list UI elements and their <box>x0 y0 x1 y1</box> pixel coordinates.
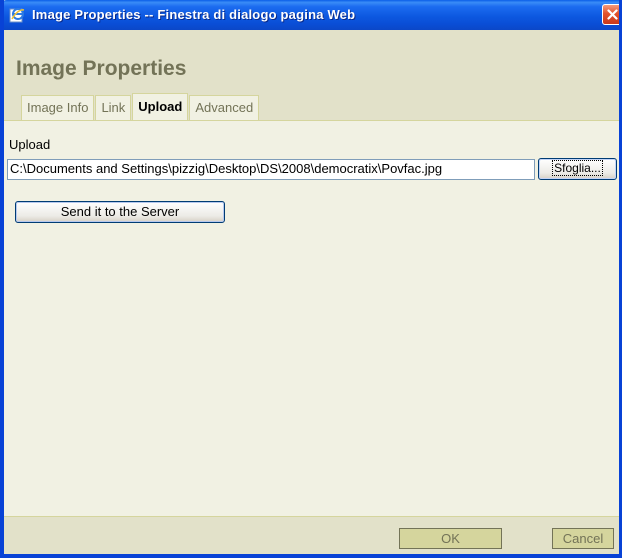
tab-link[interactable]: Link <box>95 95 132 120</box>
dialog-window: Image Properties -- Finestra di dialogo … <box>0 0 622 558</box>
ie-page-icon <box>9 7 25 23</box>
upload-panel: Upload C:\Documents and Settings\pizzig\… <box>4 120 619 517</box>
window-title: Image Properties -- Finestra di dialogo … <box>32 7 356 22</box>
tab-bar: Image Info Link Upload Advanced <box>21 93 260 120</box>
close-icon <box>607 9 618 20</box>
ok-button[interactable]: OK <box>399 528 502 549</box>
dialog-heading: Image Properties <box>16 57 187 80</box>
dialog-header: Image Properties Image Info Link Upload … <box>4 30 619 120</box>
tab-image-info[interactable]: Image Info <box>21 95 95 120</box>
cancel-button[interactable]: Cancel <box>552 528 614 549</box>
browse-button[interactable]: Sfoglia... <box>538 158 617 180</box>
browse-button-label: Sfoglia... <box>552 160 603 176</box>
send-to-server-button[interactable]: Send it to the Server <box>15 201 225 223</box>
tab-upload[interactable]: Upload <box>132 93 189 120</box>
dialog-footer: OK Cancel <box>4 516 619 554</box>
tab-advanced[interactable]: Advanced <box>189 95 260 120</box>
title-bar[interactable]: Image Properties -- Finestra di dialogo … <box>4 0 619 30</box>
close-button[interactable] <box>602 4 619 25</box>
upload-label: Upload <box>9 137 51 152</box>
file-path-input[interactable]: C:\Documents and Settings\pizzig\Desktop… <box>7 159 535 180</box>
